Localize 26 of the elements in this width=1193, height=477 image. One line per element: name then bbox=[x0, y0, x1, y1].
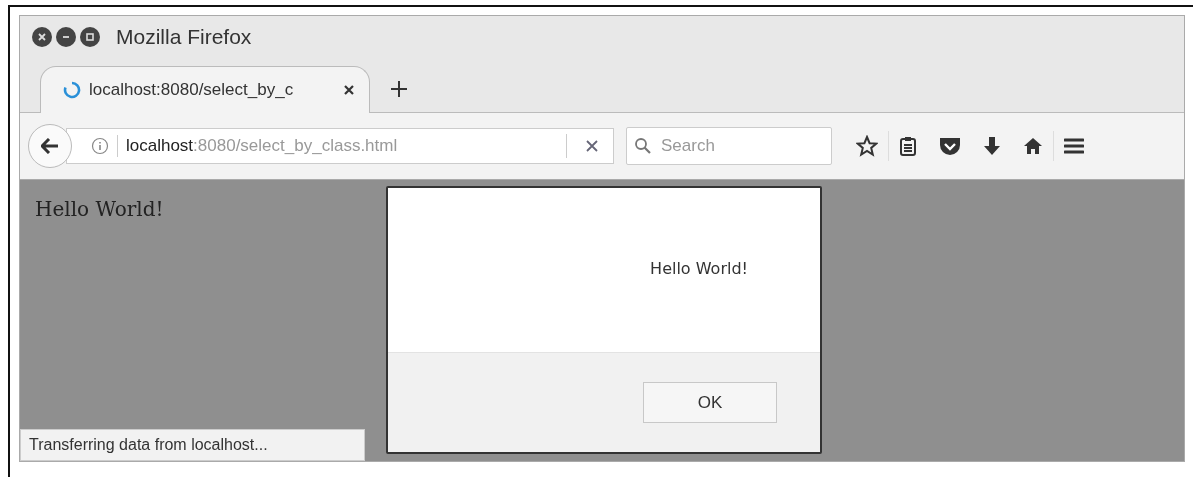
page-text: Hello World! bbox=[34, 196, 165, 223]
minimize-icon[interactable] bbox=[56, 27, 76, 47]
home-icon[interactable] bbox=[1023, 136, 1043, 156]
back-button[interactable] bbox=[28, 124, 72, 168]
dialog-message: Hello World! bbox=[650, 258, 748, 278]
new-tab-icon[interactable] bbox=[390, 80, 408, 98]
status-bar: Transferring data from localhost... bbox=[20, 429, 365, 461]
browser-tab[interactable]: localhost:8080/select_by_c bbox=[40, 66, 370, 113]
menu-icon[interactable] bbox=[1064, 137, 1084, 155]
back-arrow-icon bbox=[41, 138, 59, 154]
star-icon[interactable] bbox=[856, 135, 878, 157]
tab-title: localhost:8080/select_by_c bbox=[89, 80, 295, 100]
ok-button[interactable]: OK bbox=[643, 382, 777, 423]
close-icon[interactable] bbox=[32, 27, 52, 47]
window-title: Mozilla Firefox bbox=[116, 25, 252, 49]
close-icon[interactable] bbox=[343, 84, 355, 96]
download-icon[interactable] bbox=[983, 136, 1001, 156]
maximize-icon[interactable] bbox=[80, 27, 100, 47]
url-path: :8080/select_by_class.html bbox=[193, 136, 399, 156]
clipboard-icon[interactable] bbox=[899, 136, 917, 156]
stop-icon[interactable] bbox=[585, 139, 599, 153]
search-field[interactable]: Search bbox=[626, 127, 832, 165]
pocket-icon[interactable] bbox=[939, 136, 961, 156]
url-host: localhost bbox=[126, 136, 194, 156]
address-bar[interactable]: localhost:8080/select_by_class.html bbox=[66, 128, 614, 164]
info-icon[interactable] bbox=[91, 137, 109, 155]
